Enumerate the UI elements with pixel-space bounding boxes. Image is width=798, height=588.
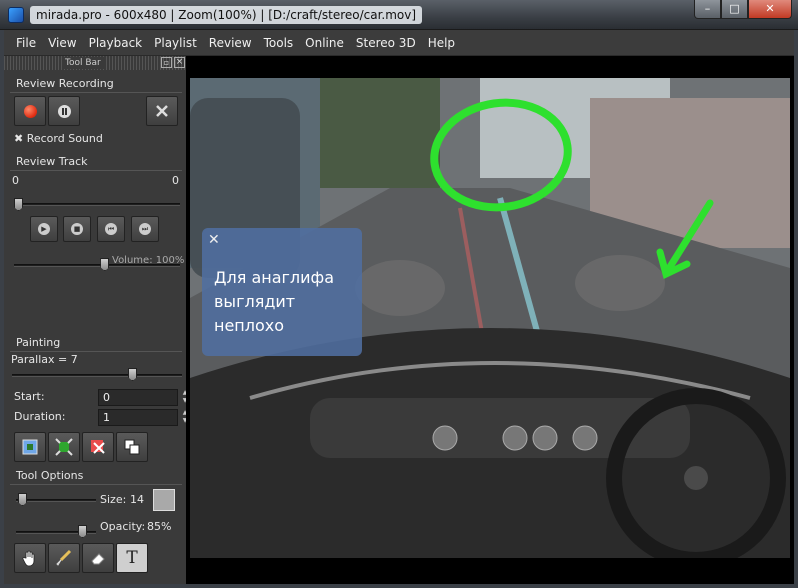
title-bar: mirada.pro - 600x480 | Zoom(100%) | [D:/… bbox=[0, 0, 798, 30]
close-icon[interactable]: ✕ bbox=[208, 232, 220, 248]
clear-recording-button[interactable] bbox=[146, 96, 178, 126]
record-sound-label: Record Sound bbox=[26, 132, 103, 145]
window-frame-bottom bbox=[0, 584, 798, 588]
fit-icon bbox=[55, 438, 73, 456]
menu-bar: File View Playback Playlist Review Tools… bbox=[4, 30, 794, 56]
fit-button[interactable] bbox=[48, 432, 80, 462]
menu-view[interactable]: View bbox=[42, 32, 82, 54]
size-slider[interactable] bbox=[16, 499, 96, 502]
delete-button[interactable] bbox=[82, 432, 114, 462]
delete-icon bbox=[91, 440, 105, 454]
tool-bar-title: Tool Bar bbox=[62, 57, 104, 69]
size-value: 14 bbox=[130, 493, 144, 506]
frame-icon bbox=[22, 439, 38, 455]
volume-slider-handle[interactable] bbox=[100, 258, 110, 271]
tool-options-title: Tool Options bbox=[16, 469, 84, 482]
parallax-slider[interactable] bbox=[12, 374, 182, 377]
close-panel-icon[interactable]: × bbox=[174, 57, 185, 68]
start-label: Start: bbox=[14, 390, 45, 403]
clear-recording-icon bbox=[156, 105, 168, 117]
pause-button[interactable] bbox=[48, 96, 80, 126]
video-viewport[interactable]: ✕ Для анаглифа выглядит неплохо bbox=[190, 56, 794, 584]
play-icon: ▶ bbox=[38, 223, 50, 235]
duration-value: 1 bbox=[103, 411, 110, 424]
next-icon: ⏭ bbox=[139, 223, 151, 235]
section-divider bbox=[10, 484, 182, 485]
eraser-icon bbox=[91, 553, 105, 565]
track-end-value: 0 bbox=[172, 174, 179, 187]
start-value: 0 bbox=[103, 391, 110, 404]
menu-online[interactable]: Online bbox=[299, 32, 350, 54]
opacity-slider-handle[interactable] bbox=[78, 525, 87, 538]
close-button[interactable]: ✕ bbox=[748, 0, 792, 19]
frame-button[interactable] bbox=[14, 432, 46, 462]
stop-icon: ■ bbox=[71, 223, 83, 235]
menu-file[interactable]: File bbox=[10, 32, 42, 54]
note-balloon[interactable]: ✕ Для анаглифа выглядит неплохо bbox=[202, 228, 362, 356]
record-sound-checkbox[interactable]: ✖ Record Sound bbox=[14, 132, 103, 145]
menu-stereo-3d[interactable]: Stereo 3D bbox=[350, 32, 422, 54]
menu-playlist[interactable]: Playlist bbox=[148, 32, 203, 54]
record-button[interactable] bbox=[14, 96, 46, 126]
minimize-button[interactable]: – bbox=[694, 0, 721, 19]
parallax-slider-handle[interactable] bbox=[128, 368, 137, 381]
hand-tool-button[interactable] bbox=[14, 543, 46, 573]
duration-label: Duration: bbox=[14, 410, 66, 423]
brush-tool-button[interactable] bbox=[48, 543, 80, 573]
spin-arrows-icon[interactable]: ▲ ▼ bbox=[179, 409, 186, 426]
track-start-value: 0 bbox=[12, 174, 19, 187]
prev-button[interactable]: ⏮ bbox=[97, 216, 125, 242]
track-slider-handle[interactable] bbox=[14, 198, 23, 211]
text-tool-button[interactable]: T bbox=[116, 543, 148, 573]
next-button[interactable]: ⏭ bbox=[131, 216, 159, 242]
opacity-value: 85% bbox=[147, 520, 172, 533]
eraser-tool-button[interactable] bbox=[82, 543, 114, 573]
menu-tools[interactable]: Tools bbox=[258, 32, 300, 54]
record-icon bbox=[23, 104, 37, 118]
viewport-bottom bbox=[190, 558, 794, 584]
painting-title: Painting bbox=[16, 336, 61, 349]
window-title: mirada.pro - 600x480 | Zoom(100%) | [D:/… bbox=[30, 6, 423, 24]
tool-bar-header[interactable]: Tool Bar ▫ × bbox=[4, 56, 186, 70]
copy-icon bbox=[124, 439, 140, 455]
duration-spinbox[interactable]: 1 ▲ ▼ bbox=[98, 409, 186, 426]
parallax-label: Parallax = 7 bbox=[11, 353, 78, 366]
review-track-title: Review Track bbox=[16, 155, 88, 168]
float-panel-icon[interactable]: ▫ bbox=[161, 57, 172, 68]
start-spinbox[interactable]: 0 ▲ ▼ bbox=[98, 389, 186, 406]
tool-bar-panel: Tool Bar ▫ × Review Recording ✖ Record S… bbox=[4, 56, 186, 584]
section-divider bbox=[10, 92, 182, 93]
check-icon: ✖ bbox=[14, 132, 24, 145]
track-slider[interactable] bbox=[14, 203, 180, 206]
section-divider bbox=[10, 170, 182, 171]
prev-icon: ⏮ bbox=[105, 223, 117, 235]
app-icon bbox=[8, 7, 24, 23]
window-controls: – □ ✕ bbox=[694, 0, 792, 20]
color-swatch[interactable] bbox=[153, 489, 175, 511]
spin-arrows-icon[interactable]: ▲ ▼ bbox=[179, 389, 186, 406]
menu-review[interactable]: Review bbox=[203, 32, 258, 54]
text-icon: T bbox=[126, 548, 138, 568]
brush-icon bbox=[56, 549, 72, 566]
note-text: Для анаглифа выглядит неплохо bbox=[214, 268, 335, 335]
stop-button[interactable]: ■ bbox=[63, 216, 91, 242]
copy-button[interactable] bbox=[116, 432, 148, 462]
hand-icon bbox=[22, 550, 35, 567]
opacity-label: Opacity: bbox=[100, 520, 146, 533]
pause-icon bbox=[57, 104, 71, 118]
review-recording-title: Review Recording bbox=[16, 77, 114, 90]
volume-label: Volume: 100% bbox=[112, 255, 185, 266]
maximize-button[interactable]: □ bbox=[721, 0, 748, 19]
play-button[interactable]: ▶ bbox=[30, 216, 58, 242]
size-slider-handle[interactable] bbox=[18, 493, 27, 506]
size-label: Size: bbox=[100, 493, 127, 506]
section-divider bbox=[10, 351, 182, 352]
menu-help[interactable]: Help bbox=[422, 32, 461, 54]
menu-playback[interactable]: Playback bbox=[83, 32, 149, 54]
window-frame-right bbox=[794, 30, 798, 588]
